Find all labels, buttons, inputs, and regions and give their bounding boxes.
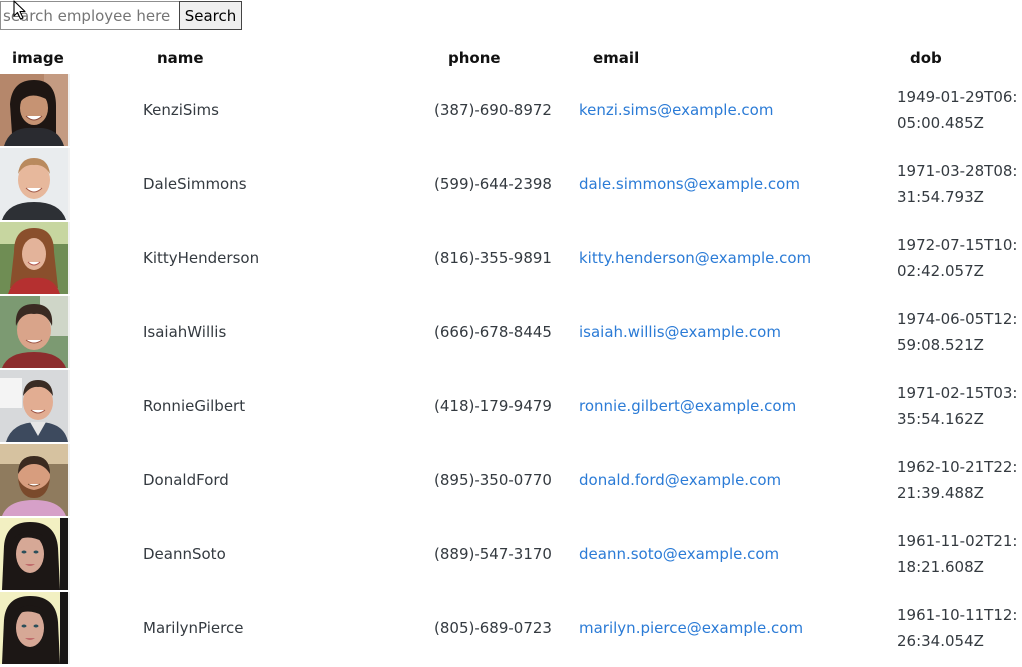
avatar [0, 518, 70, 590]
avatar [0, 148, 70, 220]
email-cell: marilyn.pierce@example.com [579, 591, 896, 665]
employee-email-link[interactable]: donald.ford@example.com [579, 471, 781, 489]
email-cell: dale.simmons@example.com [579, 147, 896, 221]
table-row: DaleSimmons (599)-644-2398 dale.simmons@… [0, 147, 1022, 221]
employee-email-link[interactable]: marilyn.pierce@example.com [579, 619, 803, 637]
search-bar: Search [0, 1, 242, 30]
employee-phone: (387)-690-8972 [434, 101, 552, 119]
avatar [0, 222, 70, 294]
employee-email-link[interactable]: kenzi.sims@example.com [579, 101, 773, 119]
employee-dob: 1961-10-11T12:26:34.054Z [897, 606, 1018, 650]
employee-name: DeannSoto [143, 545, 226, 563]
employee-email-link[interactable]: isaiah.willis@example.com [579, 323, 781, 341]
avatar [0, 296, 70, 368]
table-row: RonnieGilbert (418)-179-9479 ronnie.gilb… [0, 369, 1022, 443]
man-dark-hair-portrait-icon [0, 296, 68, 368]
email-cell: isaiah.willis@example.com [579, 295, 896, 369]
column-header-image: image [12, 49, 64, 67]
employee-name: DonaldFord [143, 471, 229, 489]
woman-selfie-portrait-icon [0, 518, 68, 590]
column-header-name: name [157, 49, 204, 67]
image-cell [0, 369, 143, 443]
employee-dob: 1972-07-15T10:02:42.057Z [897, 236, 1018, 280]
employee-name: IsaiahWillis [143, 323, 227, 341]
image-cell [0, 73, 143, 147]
employee-email-link[interactable]: deann.soto@example.com [579, 545, 779, 563]
table-header-row: image name phone email dob [0, 43, 1022, 73]
woman-selfie-portrait-icon [0, 592, 68, 664]
image-cell [0, 443, 143, 517]
woman-long-hair-portrait-icon [0, 222, 68, 294]
man-office-portrait-icon [0, 370, 68, 442]
employee-name: KittyHenderson [143, 249, 260, 267]
avatar [0, 444, 70, 516]
employee-phone: (599)-644-2398 [434, 175, 552, 193]
employee-name: KenziSims [143, 101, 219, 119]
employee-phone: (889)-547-3170 [434, 545, 552, 563]
column-header-email: email [593, 49, 640, 67]
image-cell [0, 147, 143, 221]
employee-dob: 1971-02-15T03:35:54.162Z [897, 384, 1018, 428]
email-cell: deann.soto@example.com [579, 517, 896, 591]
image-cell [0, 591, 143, 665]
employee-table: image name phone email dob KenziSims (38… [0, 43, 1022, 665]
employee-phone: (418)-179-9479 [434, 397, 552, 415]
image-cell [0, 517, 143, 591]
email-cell: kitty.henderson@example.com [579, 221, 896, 295]
table-row: KittyHenderson (816)-355-9891 kitty.hend… [0, 221, 1022, 295]
table-row: KenziSims (387)-690-8972 kenzi.sims@exam… [0, 73, 1022, 147]
employee-name: RonnieGilbert [143, 397, 246, 415]
employee-dob: 1974-06-05T12:59:08.521Z [897, 310, 1018, 354]
employee-dob: 1961-11-02T21:18:21.608Z [897, 532, 1018, 576]
email-cell: donald.ford@example.com [579, 443, 896, 517]
table-row: DonaldFord (895)-350-0770 donald.ford@ex… [0, 443, 1022, 517]
employee-email-link[interactable]: kitty.henderson@example.com [579, 249, 811, 267]
man-short-hair-portrait-icon [0, 148, 68, 220]
search-button[interactable]: Search [179, 1, 242, 30]
employee-name: DaleSimmons [143, 175, 247, 193]
table-row: IsaiahWillis (666)-678-8445 isaiah.willi… [0, 295, 1022, 369]
employee-dob: 1962-10-21T22:21:39.488Z [897, 458, 1018, 502]
avatar [0, 370, 70, 442]
employee-dob: 1971-03-28T08:31:54.793Z [897, 162, 1018, 206]
employee-name: MarilynPierce [143, 619, 244, 637]
search-input[interactable] [0, 1, 179, 30]
man-beard-portrait-icon [0, 444, 68, 516]
woman-dark-hair-portrait-icon [0, 74, 68, 146]
image-cell [0, 295, 143, 369]
email-cell: ronnie.gilbert@example.com [579, 369, 896, 443]
column-header-dob: dob [910, 49, 942, 67]
table-row: DeannSoto (889)-547-3170 deann.soto@exam… [0, 517, 1022, 591]
employee-phone: (666)-678-8445 [434, 323, 552, 341]
table-row: MarilynPierce (805)-689-0723 marilyn.pie… [0, 591, 1022, 665]
image-cell [0, 221, 143, 295]
employee-phone: (895)-350-0770 [434, 471, 552, 489]
avatar [0, 592, 70, 664]
avatar [0, 74, 70, 146]
employee-email-link[interactable]: dale.simmons@example.com [579, 175, 800, 193]
employee-phone: (805)-689-0723 [434, 619, 552, 637]
column-header-phone: phone [448, 49, 501, 67]
employee-email-link[interactable]: ronnie.gilbert@example.com [579, 397, 796, 415]
email-cell: kenzi.sims@example.com [579, 73, 896, 147]
employee-phone: (816)-355-9891 [434, 249, 552, 267]
employee-dob: 1949-01-29T06:05:00.485Z [897, 88, 1018, 132]
